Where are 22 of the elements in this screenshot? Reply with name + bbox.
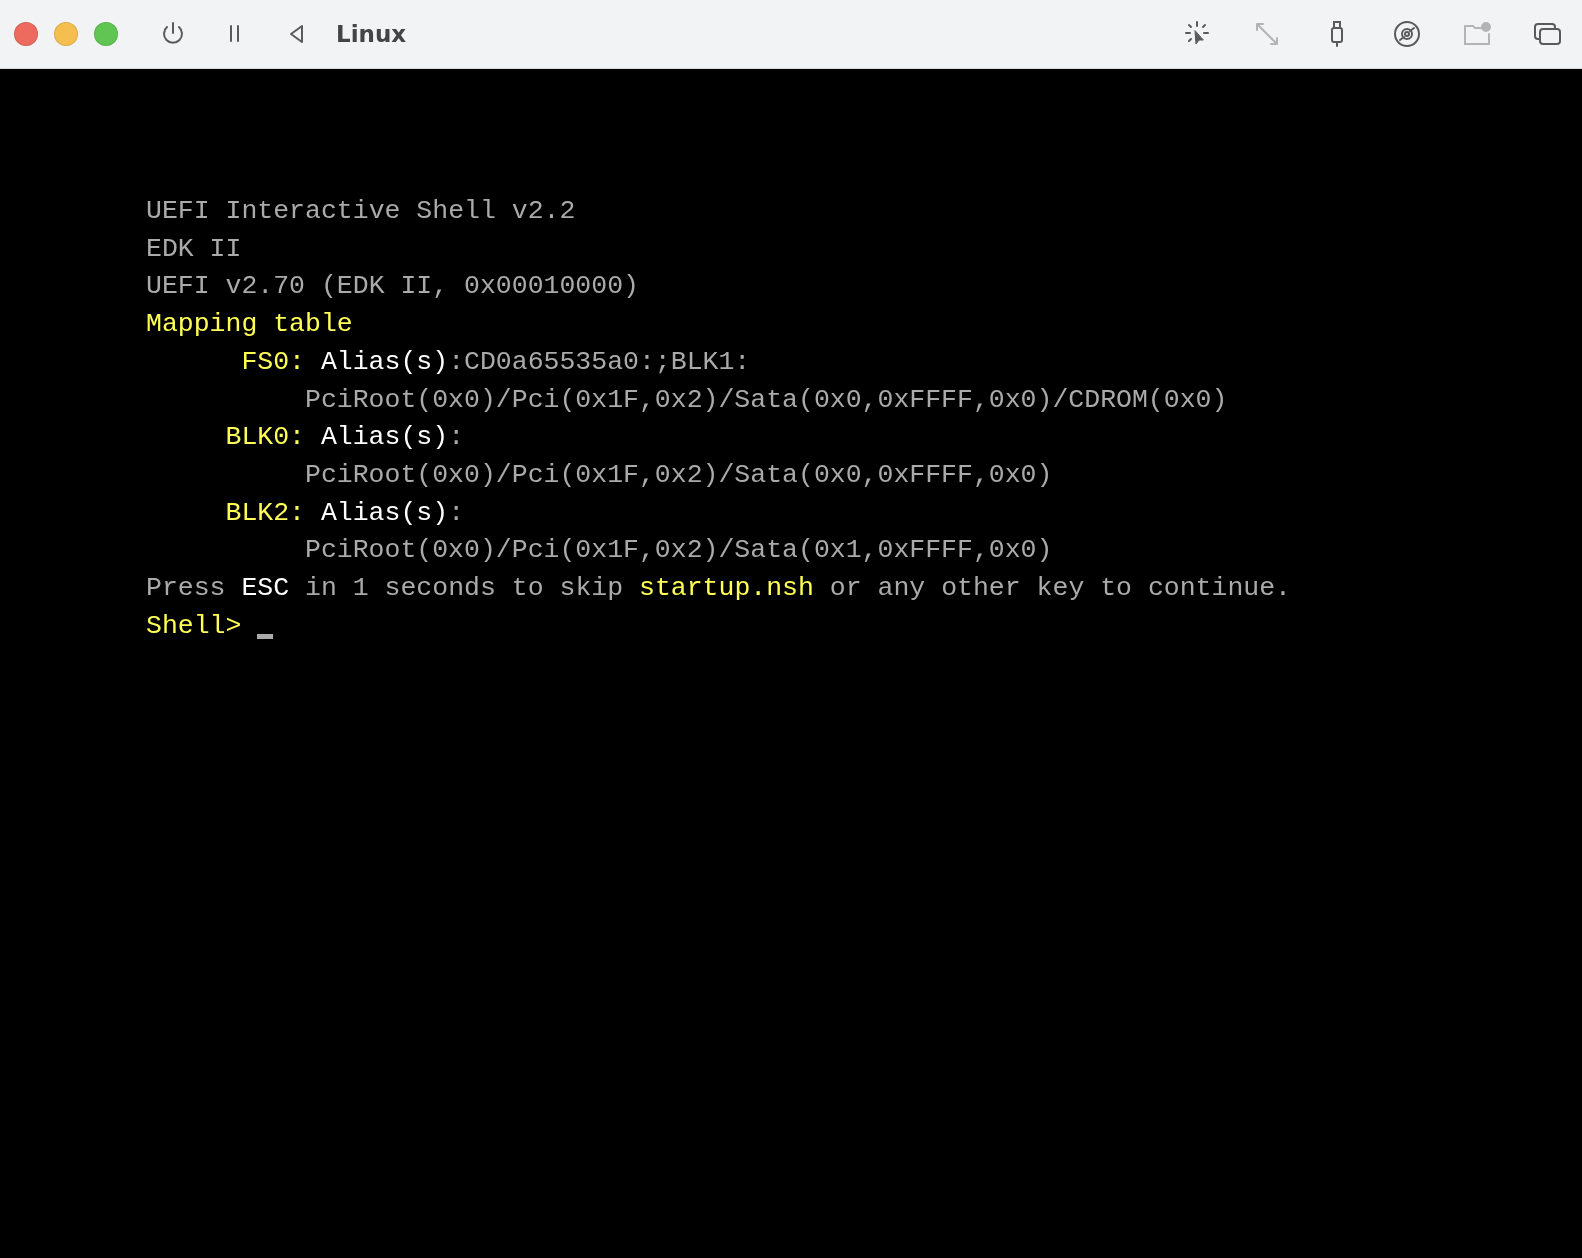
console-line: UEFI v2.70 (EDK II, 0x00010000) bbox=[146, 270, 639, 304]
alias-value: : bbox=[448, 422, 465, 453]
alias-label: Alias(s) bbox=[320, 422, 449, 453]
console-line: Mapping table bbox=[146, 308, 353, 342]
console-line: Press ESC in 1 seconds to skip startup.nsh or any other key to continue. bbox=[146, 572, 1291, 606]
console-line: UEFI Interactive Shell v2.2 bbox=[146, 195, 576, 228]
device-path: PciRoot(0x0)/Pci(0x1F,0x2)/Sata(0x0,0xFFFF,0x0) bbox=[304, 458, 1053, 492]
device-name: FS0: bbox=[240, 345, 305, 379]
device-path: PciRoot(0x0)/Pci(0x1F,0x2)/Sata(0x0,0xFFFF,0x0)/CDROM(0x0) bbox=[304, 383, 1228, 417]
disc-icon[interactable] bbox=[1392, 19, 1422, 49]
shell-prompt: Shell> bbox=[146, 609, 242, 643]
console-line: EDK II bbox=[146, 232, 242, 266]
alias-value: :CD0a65535a0:;BLK1: bbox=[448, 346, 751, 377]
alias-label: Alias(s) bbox=[320, 346, 449, 377]
window-title: Linux bbox=[336, 21, 407, 47]
device-path: PciRoot(0x0)/Pci(0x1F,0x2)/Sata(0x1,0xFFFF,0x0) bbox=[304, 534, 1053, 568]
close-button[interactable] bbox=[14, 22, 38, 46]
text-cursor bbox=[257, 634, 274, 640]
device-name: BLK0: bbox=[224, 421, 305, 455]
alias-value: : bbox=[448, 497, 465, 528]
device-name: BLK2: bbox=[224, 496, 305, 530]
alias-label: Alias(s) bbox=[320, 497, 449, 528]
